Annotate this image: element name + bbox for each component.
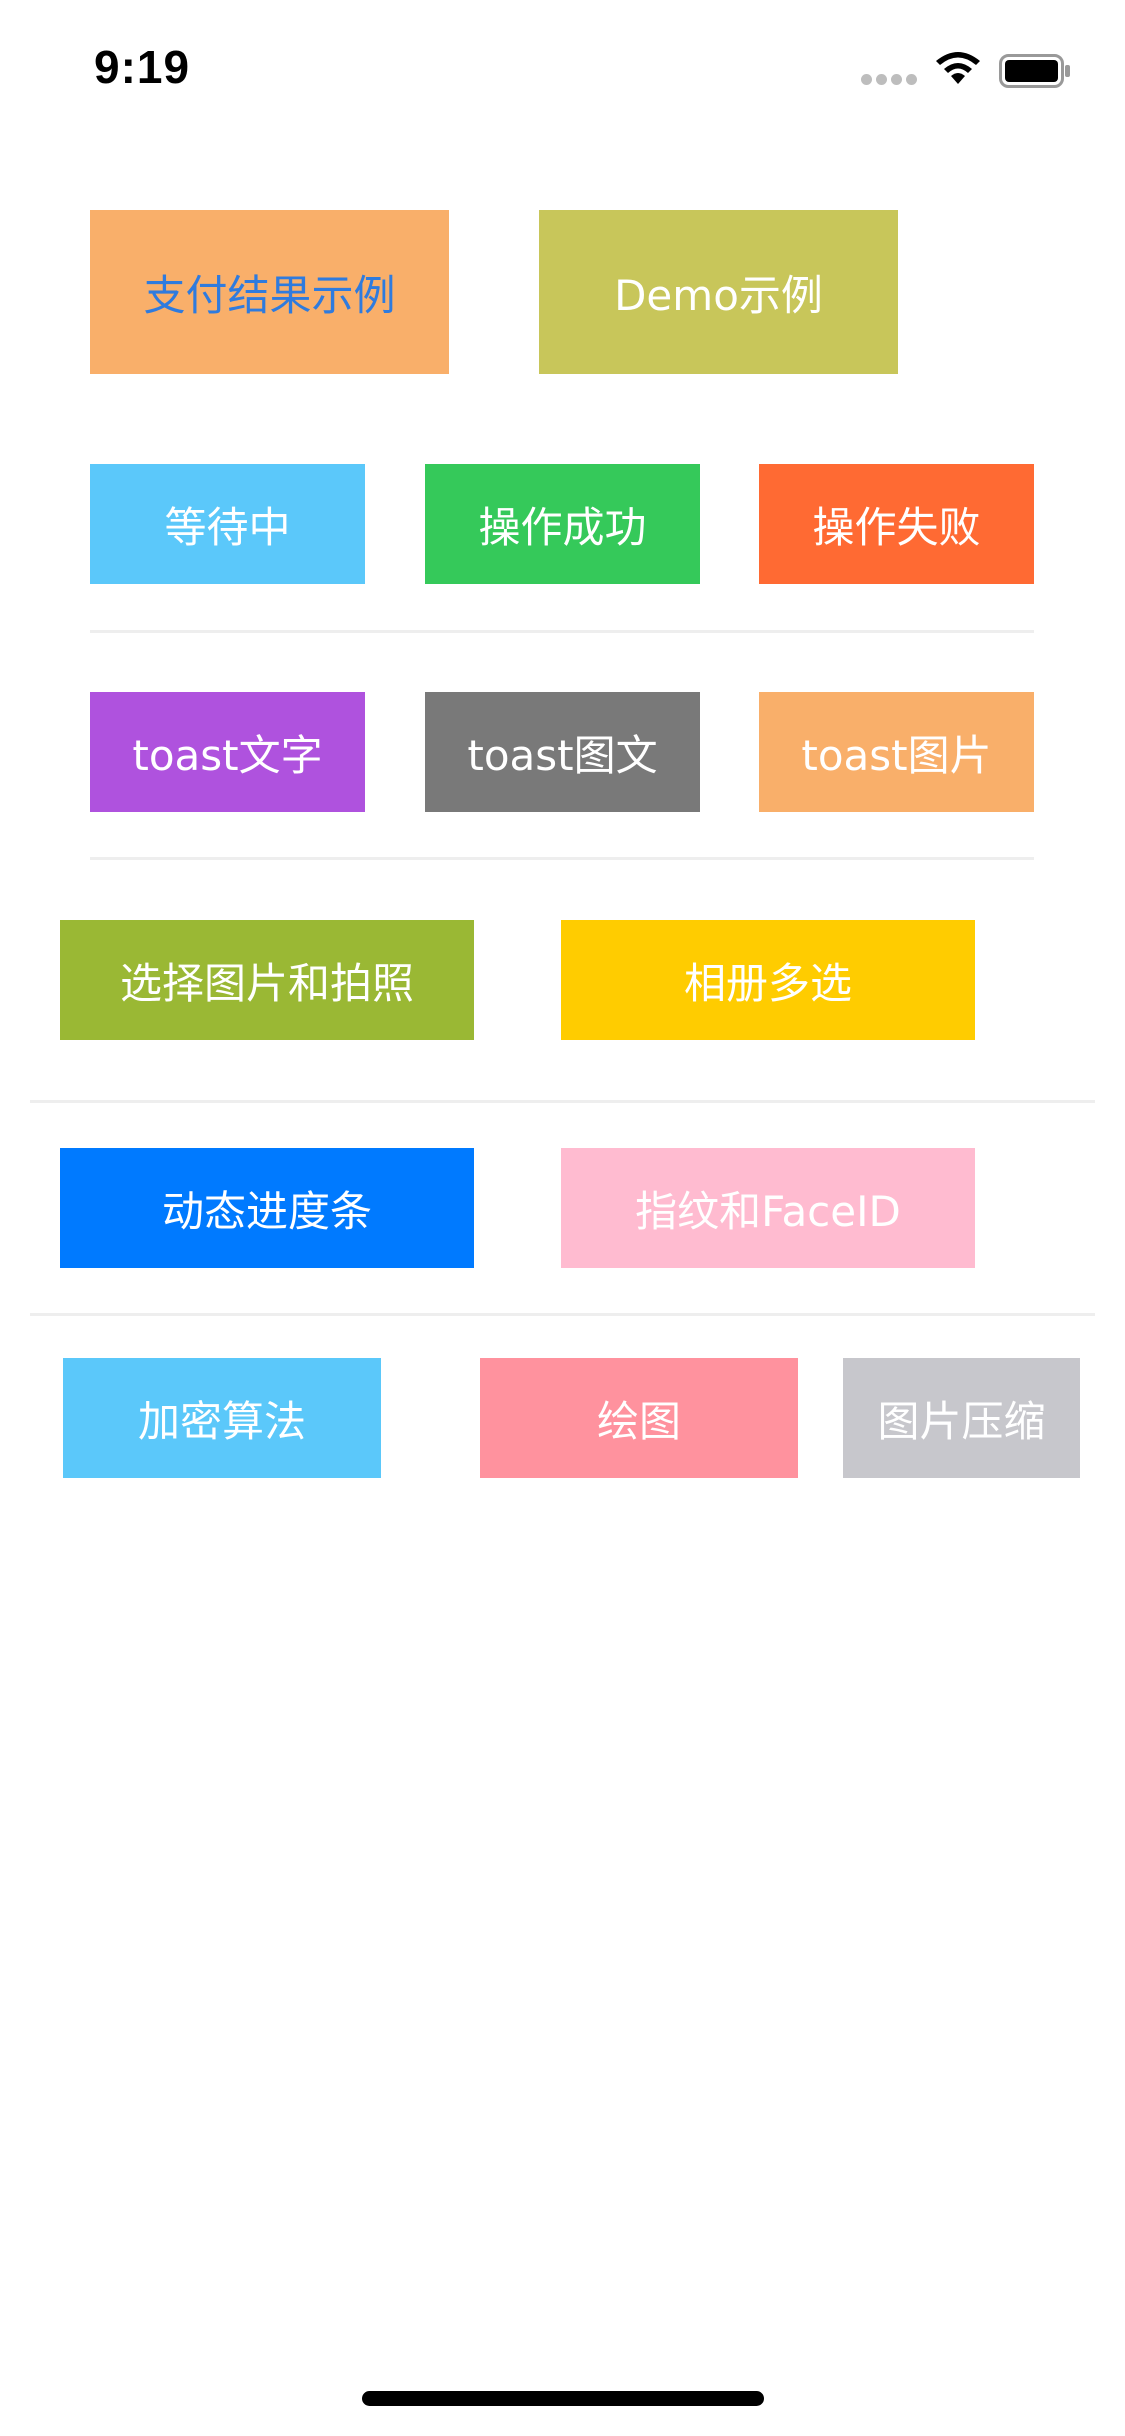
toast-image-text-button[interactable]: toast图文 [425,692,700,812]
wifi-icon [936,52,980,84]
drawing-button[interactable]: 绘图 [480,1358,798,1478]
waiting-button[interactable]: 等待中 [90,464,365,584]
divider [90,857,1034,860]
status-time: 9:19 [94,41,191,93]
operation-success-button[interactable]: 操作成功 [425,464,700,584]
status-icons [861,50,1081,90]
toast-text-button[interactable]: toast文字 [90,692,365,812]
toast-image-button[interactable]: toast图片 [759,692,1034,812]
divider [30,1313,1095,1316]
album-multi-select-button[interactable]: 相册多选 [561,920,975,1040]
divider [30,1100,1095,1103]
home-indicator[interactable] [362,2391,764,2406]
demo-button[interactable]: Demo示例 [539,210,898,374]
payment-result-button[interactable]: 支付结果示例 [90,210,449,374]
pick-photo-button[interactable]: 选择图片和拍照 [60,920,474,1040]
screen: 9:19 支付结果示例 Demo示例 等待中 操作成功 操作失败 toast文字… [0,0,1125,2436]
operation-failure-button[interactable]: 操作失败 [759,464,1034,584]
dynamic-progress-button[interactable]: 动态进度条 [60,1148,474,1268]
image-compress-button[interactable]: 图片压缩 [843,1358,1080,1478]
battery-icon [999,54,1070,88]
fingerprint-faceid-button[interactable]: 指纹和FaceID [561,1148,975,1268]
divider [90,630,1034,633]
encryption-button[interactable]: 加密算法 [63,1358,381,1478]
